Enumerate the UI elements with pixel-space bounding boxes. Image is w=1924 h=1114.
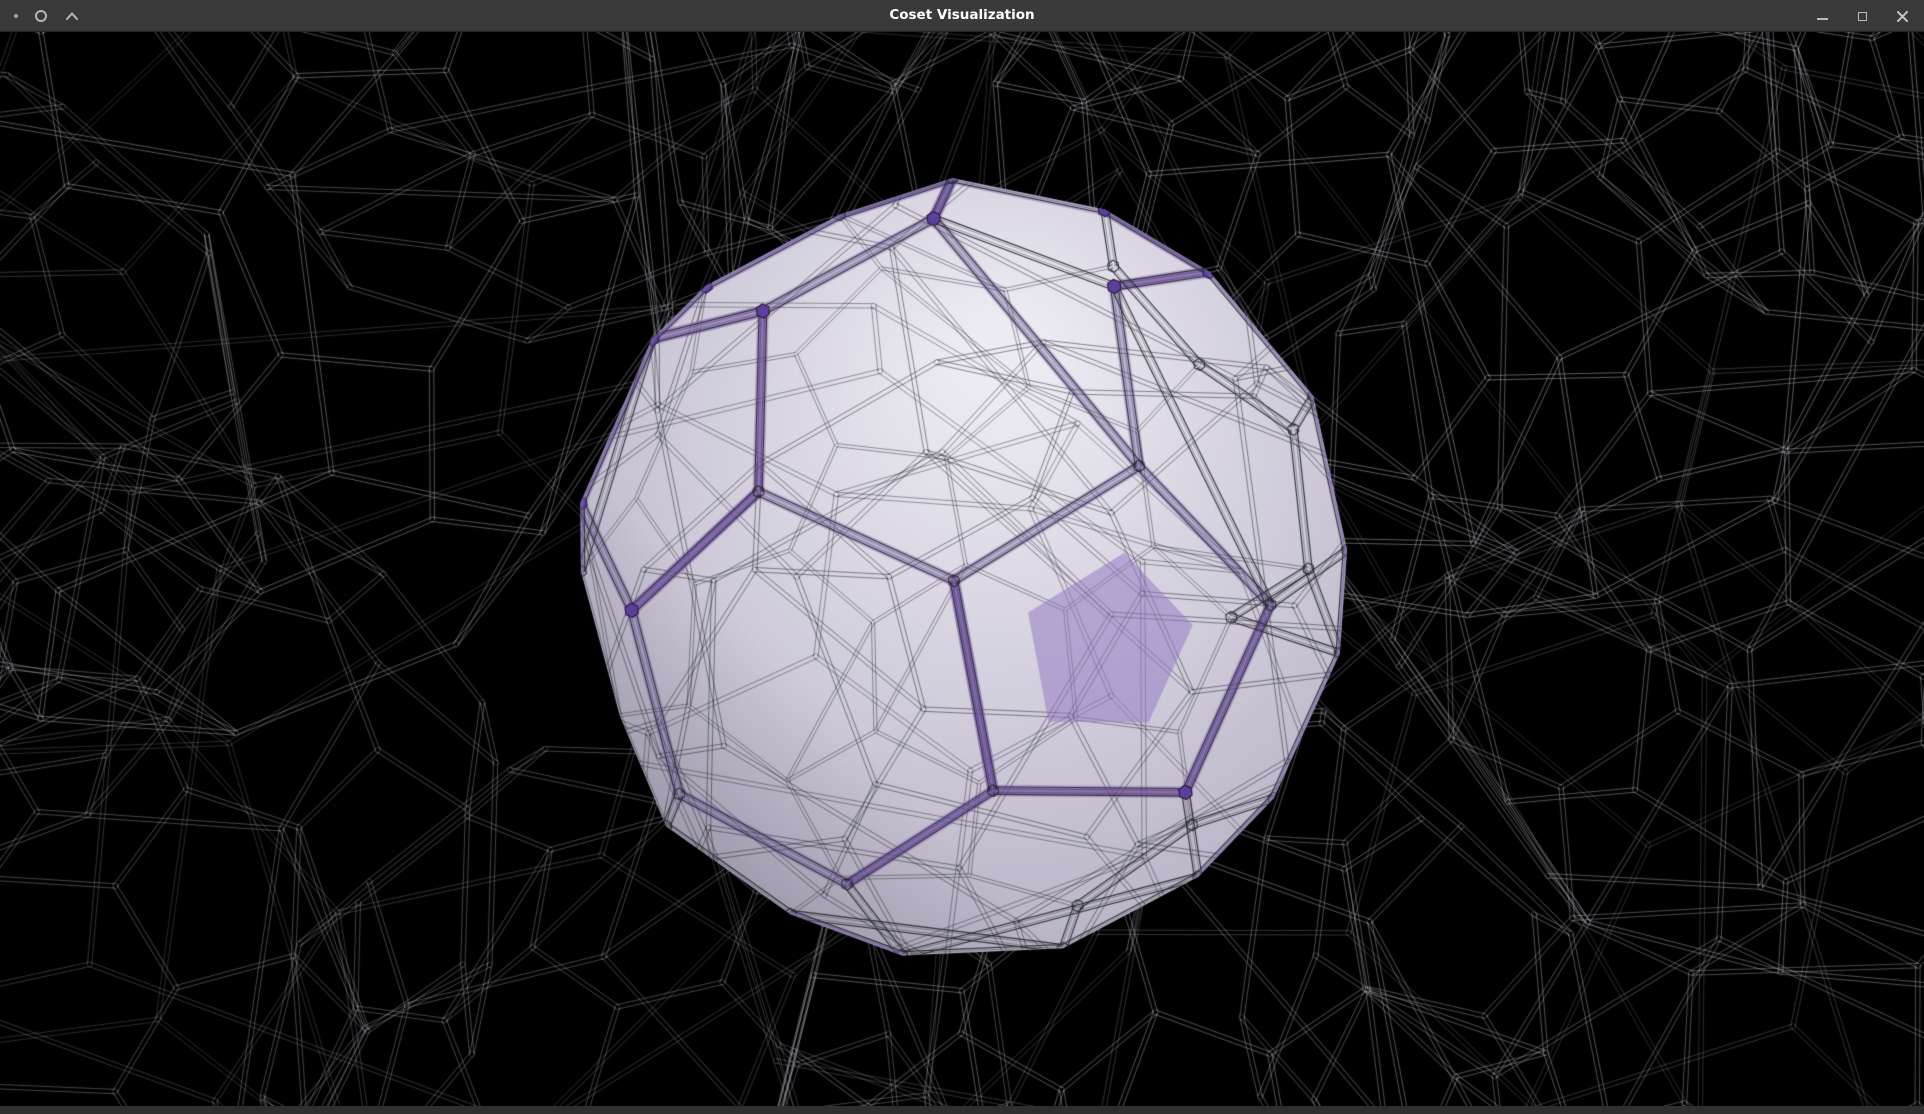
chevron-up-icon[interactable] xyxy=(64,8,80,24)
record-circle-icon[interactable] xyxy=(35,10,47,22)
minimize-button[interactable] xyxy=(1814,8,1830,24)
window-resize-edge[interactable] xyxy=(0,1106,1924,1114)
app-window: Coset Visualization xyxy=(0,0,1924,1114)
maximize-button[interactable] xyxy=(1854,8,1870,24)
viewport-canvas[interactable] xyxy=(0,32,1924,1106)
viewport xyxy=(0,32,1924,1106)
app-menu-dot-icon[interactable] xyxy=(14,14,18,18)
close-button[interactable] xyxy=(1894,8,1910,24)
titlebar-left-controls xyxy=(14,0,80,32)
window-title: Coset Visualization xyxy=(0,0,1924,32)
titlebar-right-controls xyxy=(1814,0,1910,32)
titlebar[interactable]: Coset Visualization xyxy=(0,0,1924,32)
